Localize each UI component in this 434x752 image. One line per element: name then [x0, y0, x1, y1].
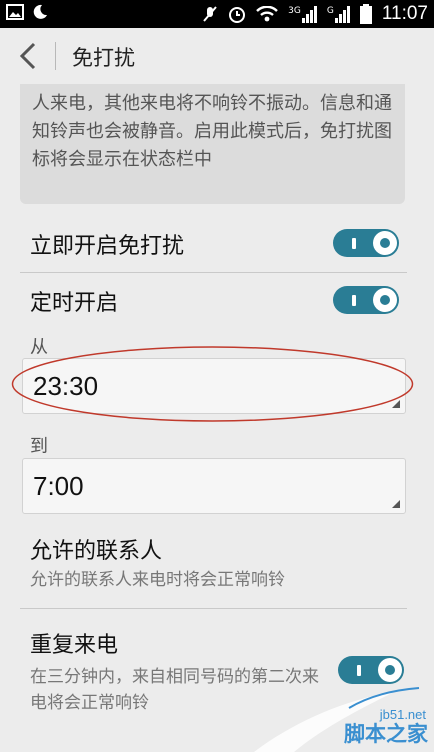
description-card: 在免打扰模式中，只能接听经过您许可的联系人来电，其他来电将不响铃不振动。信息和通… [20, 84, 405, 204]
to-time-picker[interactable]: 7:00 [22, 458, 406, 514]
wifi-icon [256, 6, 279, 22]
status-bar: 3G G 11:07 [0, 0, 434, 28]
scheduled-toggle[interactable] [333, 286, 399, 314]
immediate-dnd-label: 立即开启免打扰 [30, 234, 185, 259]
moon-icon [33, 4, 47, 19]
watermark-name: 脚本之家 [344, 722, 428, 746]
description-text: 在免打扰模式中，只能接听经过您许可的联系人来电，其他来电将不响铃不振动。信息和通… [32, 84, 392, 170]
repeat-calls-toggle[interactable] [338, 656, 404, 684]
scheduled-label: 定时开启 [30, 291, 119, 316]
toggle-on-mark [357, 665, 361, 676]
toggle-knob [378, 658, 402, 682]
clock: 11:07 [381, 3, 428, 24]
mute-icon [203, 6, 217, 22]
divider [20, 272, 407, 273]
allowed-contacts-title[interactable]: 允许的联系人 [30, 533, 162, 565]
divider [20, 608, 407, 609]
to-label: 到 [30, 436, 48, 457]
repeat-calls-title: 重复来电 [30, 633, 119, 658]
watermark: jb51.net 脚本之家 [254, 682, 434, 752]
battery-icon [359, 4, 372, 24]
immediate-dnd-toggle[interactable] [333, 229, 399, 257]
alarm-icon [229, 7, 246, 23]
page-title: 免打扰 [72, 46, 135, 70]
toggle-knob [373, 288, 397, 312]
back-arrow-icon[interactable] [18, 42, 40, 70]
to-time-value: 7:00 [33, 471, 84, 501]
signal-icon: G [327, 5, 350, 23]
title-divider [55, 42, 56, 70]
dropdown-corner-icon [392, 500, 400, 508]
toggle-on-mark [352, 295, 356, 306]
annotation-ellipse [11, 346, 414, 422]
title-bar: 免打扰 [0, 28, 434, 84]
toggle-on-mark [352, 238, 356, 249]
allowed-contacts-subtitle: 允许的联系人来电时将会正常响铃 [30, 570, 285, 590]
image-icon [6, 4, 24, 20]
toggle-knob [373, 231, 397, 255]
signal-icon: 3G [288, 5, 317, 23]
